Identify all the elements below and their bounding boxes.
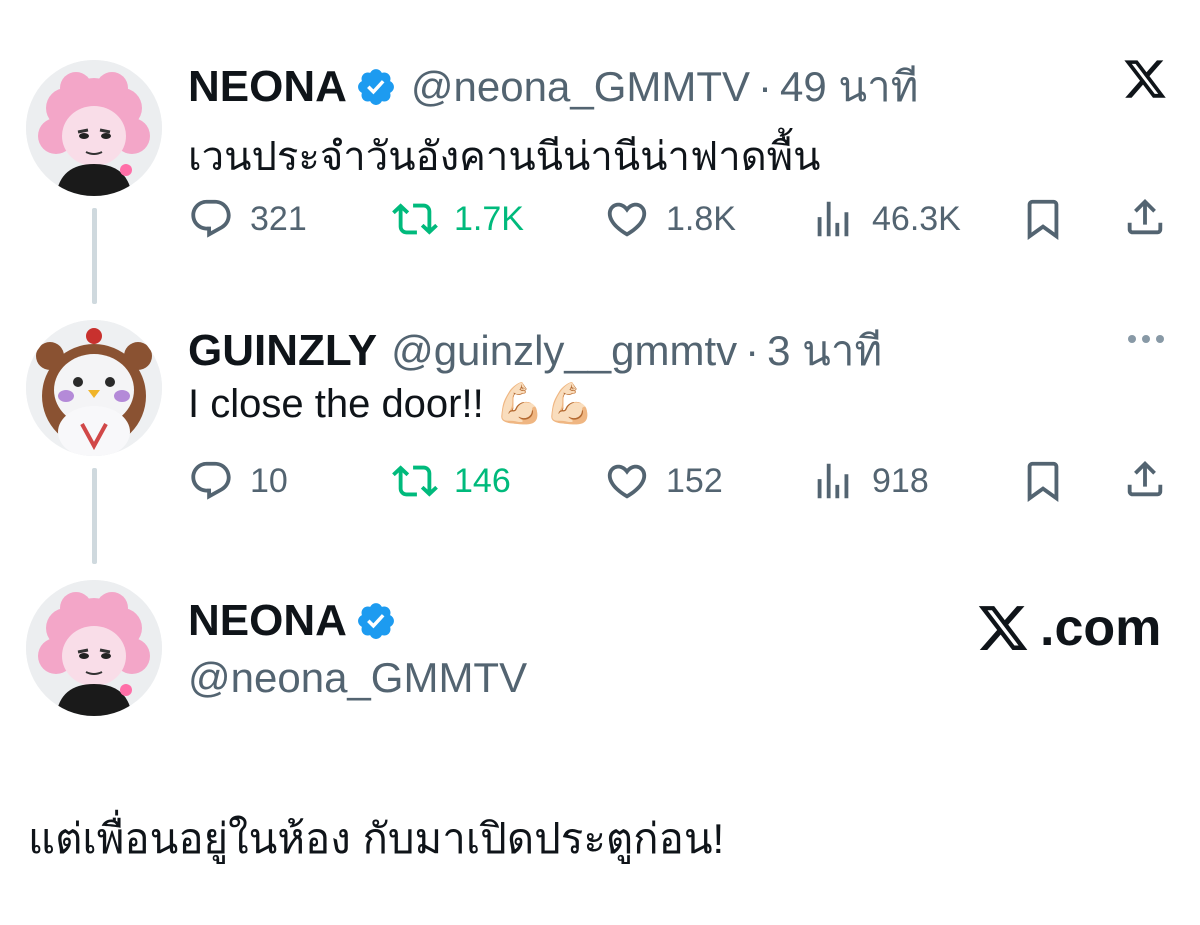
- like-button[interactable]: 152: [604, 458, 723, 504]
- avatar[interactable]: [26, 580, 162, 716]
- tweet-text: I close the door!! 💪🏻💪🏻: [188, 382, 595, 426]
- thread-line: [92, 208, 97, 304]
- avatar[interactable]: [26, 320, 162, 456]
- user-handle[interactable]: @guinzly__gmmtv: [391, 327, 737, 375]
- reply-count: 321: [250, 199, 307, 238]
- display-name[interactable]: GUINZLY: [188, 326, 377, 376]
- views-button[interactable]: 918: [810, 458, 929, 504]
- share-icon[interactable]: [1122, 456, 1168, 502]
- thread-line: [92, 468, 97, 564]
- like-count: 1.8K: [666, 199, 736, 238]
- views-button[interactable]: 46.3K: [810, 196, 961, 242]
- more-icon[interactable]: [1128, 335, 1164, 343]
- tweet-header: NEONA: [188, 596, 397, 646]
- tweet-text: เวนประจำวันอังคานนีน่านีน่าฟาดพื้น: [188, 135, 821, 179]
- like-button[interactable]: 1.8K: [604, 196, 736, 242]
- avatar[interactable]: [26, 60, 162, 196]
- separator: ·: [745, 327, 760, 374]
- bookmark-icon[interactable]: [1020, 458, 1066, 504]
- like-count: 152: [666, 461, 723, 500]
- share-icon[interactable]: [1122, 194, 1168, 240]
- retweet-button[interactable]: 146: [392, 458, 511, 504]
- x-logo-icon: [970, 601, 1036, 655]
- user-handle[interactable]: @neona_GMMTV: [188, 654, 527, 702]
- timestamp[interactable]: 3 นาที: [767, 318, 882, 384]
- reply-button[interactable]: 10: [188, 458, 288, 504]
- separator: ·: [758, 63, 773, 110]
- verified-badge-icon: [355, 66, 397, 108]
- retweet-icon: [392, 458, 438, 504]
- reply-icon: [188, 458, 234, 504]
- views-icon: [810, 458, 856, 504]
- reply-button[interactable]: 321: [188, 196, 307, 242]
- x-logo-icon[interactable]: [1120, 56, 1170, 102]
- views-count: 918: [872, 461, 929, 500]
- reply-count: 10: [250, 461, 288, 500]
- retweet-count: 146: [454, 461, 511, 500]
- x-com-brand: .com: [970, 598, 1161, 658]
- views-icon: [810, 196, 856, 242]
- display-name[interactable]: NEONA: [188, 62, 347, 112]
- tweet-header: NEONA @neona_GMMTV · 49 นาที: [188, 54, 918, 120]
- views-count: 46.3K: [872, 199, 961, 238]
- retweet-icon: [392, 196, 438, 242]
- reply-icon: [188, 196, 234, 242]
- brand-domain: .com: [1040, 599, 1162, 657]
- tweet-header: GUINZLY @guinzly__gmmtv · 3 นาที: [188, 318, 882, 384]
- heart-icon: [604, 458, 650, 504]
- bookmark-icon[interactable]: [1020, 196, 1066, 242]
- retweet-button[interactable]: 1.7K: [392, 196, 524, 242]
- display-name[interactable]: NEONA: [188, 596, 347, 646]
- tweet-text: แต่เพื่อนอยู่ในห้อง กับมาเปิดประตูก่อน!: [28, 815, 725, 862]
- timestamp[interactable]: 49 นาที: [780, 54, 918, 120]
- verified-badge-icon: [355, 600, 397, 642]
- user-handle[interactable]: @neona_GMMTV: [411, 63, 750, 111]
- heart-icon: [604, 196, 650, 242]
- retweet-count: 1.7K: [454, 199, 524, 238]
